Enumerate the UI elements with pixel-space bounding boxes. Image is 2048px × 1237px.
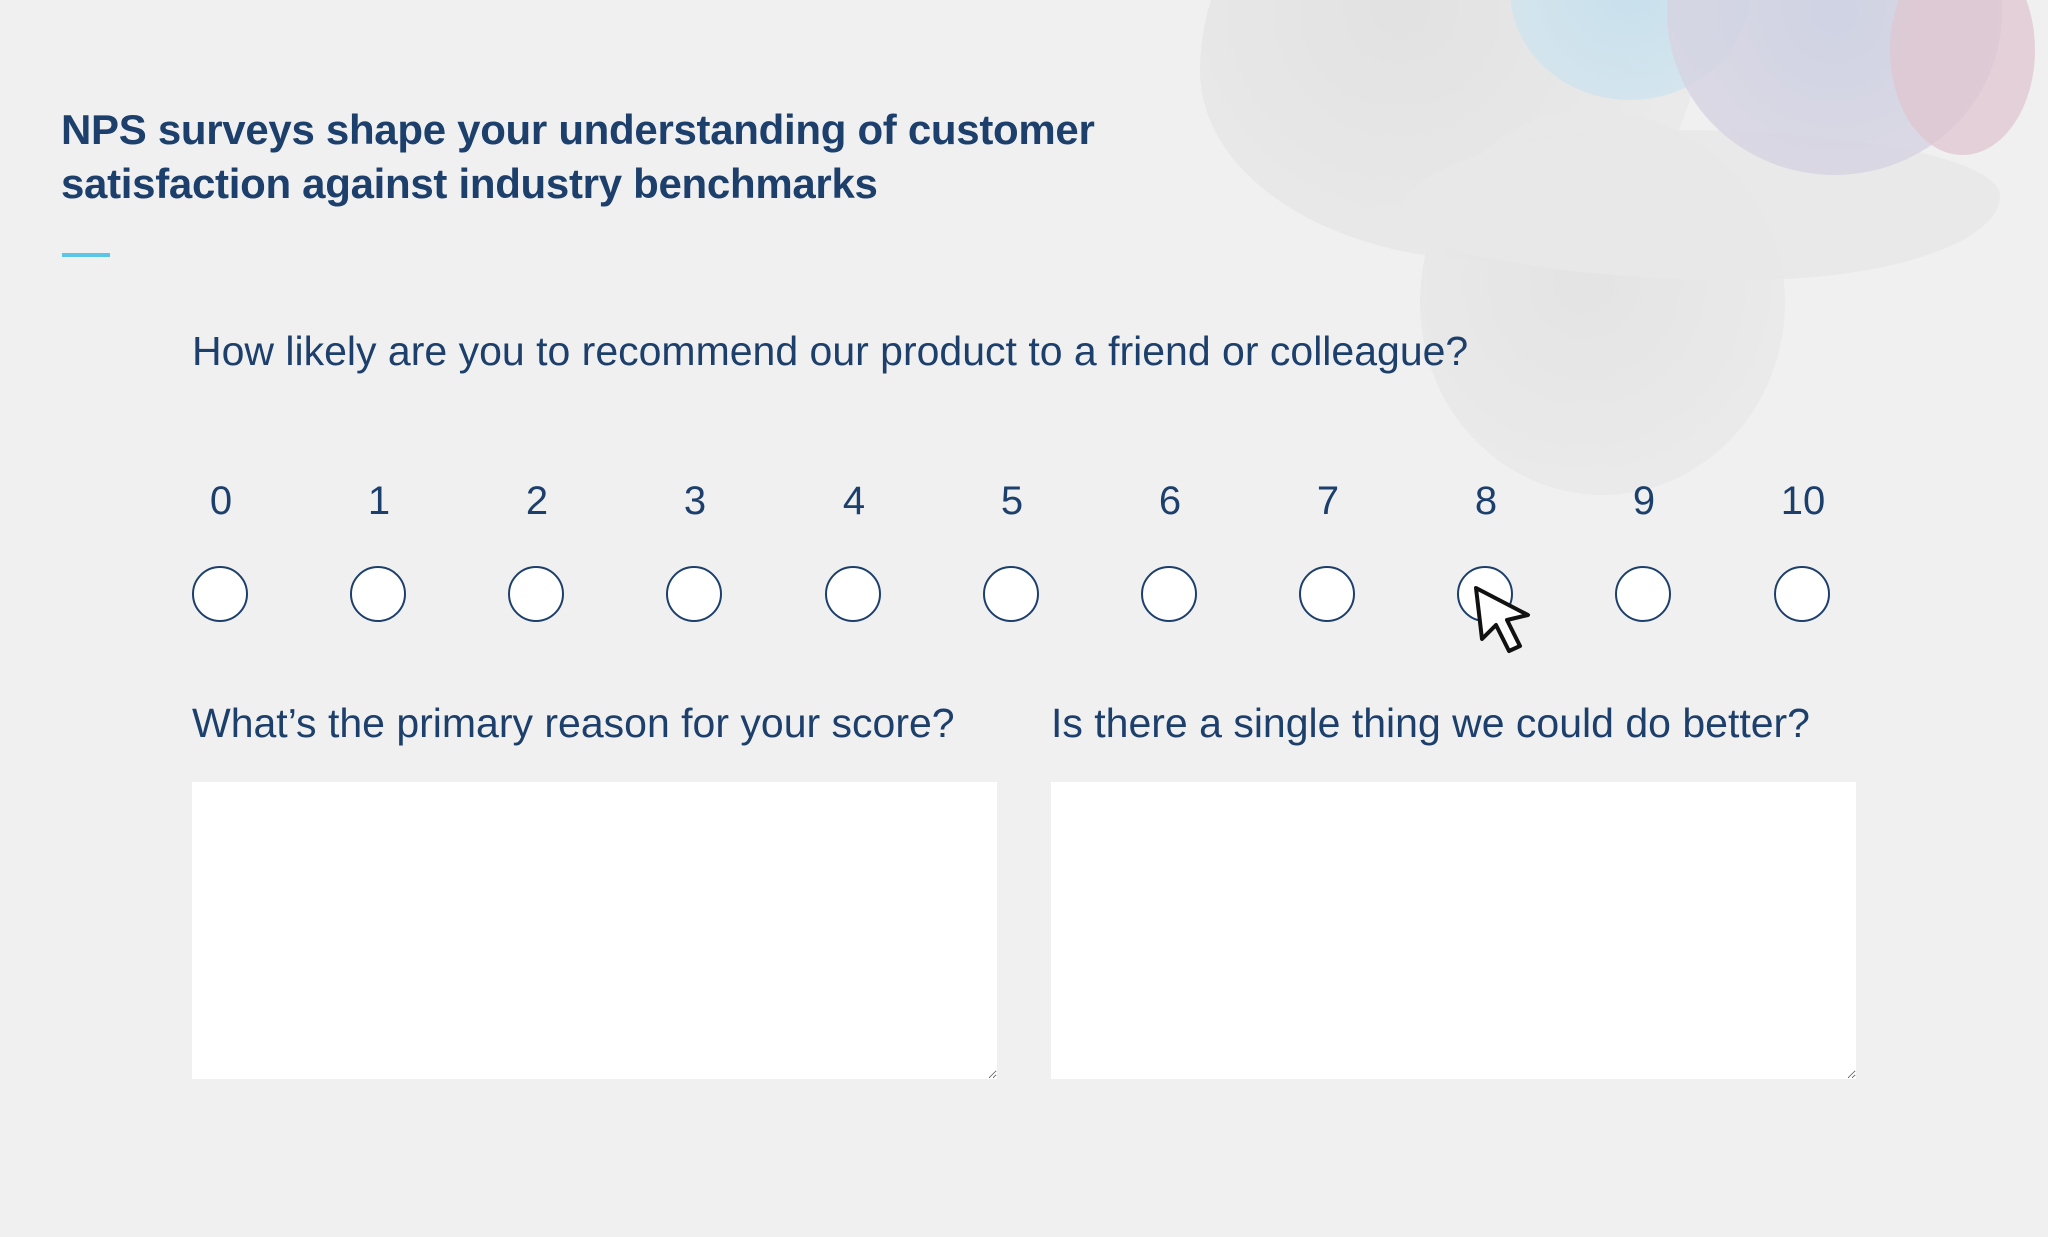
scale-label-7: 7: [1316, 479, 1340, 523]
background-blob: [1667, 0, 2002, 175]
recommend-question: How likely are you to recommend our prod…: [192, 328, 1469, 374]
scale-label-6: 6: [1158, 479, 1182, 523]
accent-rule: [62, 253, 110, 257]
background-blob: [1890, 0, 2035, 155]
page-title-line-1: NPS surveys shape your understanding of …: [61, 106, 1095, 153]
scale-label-0: 0: [209, 479, 233, 523]
nps-radio-3[interactable]: [666, 566, 722, 622]
nps-radio-7[interactable]: [1299, 566, 1355, 622]
nps-radio-0[interactable]: [192, 566, 248, 622]
nps-radio-6[interactable]: [1141, 566, 1197, 622]
nps-radio-5[interactable]: [983, 566, 1039, 622]
page-title-line-2: satisfaction against industry benchmarks: [61, 160, 878, 207]
improvement-textarea[interactable]: [1051, 782, 1856, 1079]
scale-label-2: 2: [525, 479, 549, 523]
scale-label-3: 3: [683, 479, 707, 523]
reason-textarea[interactable]: [192, 782, 997, 1079]
reason-question: What’s the primary reason for your score…: [192, 700, 955, 746]
background-blob: [1200, 0, 1700, 260]
nps-radio-4[interactable]: [825, 566, 881, 622]
background-blob: [1420, 110, 1785, 495]
scale-label-10: 10: [1780, 479, 1826, 523]
page-title: NPS surveys shape your understanding of …: [61, 103, 1221, 211]
nps-radio-2[interactable]: [508, 566, 564, 622]
background-blob: [1400, 130, 2000, 280]
nps-radio-10[interactable]: [1774, 566, 1830, 622]
nps-radio-9[interactable]: [1615, 566, 1671, 622]
scale-label-8: 8: [1474, 479, 1498, 523]
improvement-question: Is there a single thing we could do bett…: [1051, 700, 1810, 746]
scale-label-9: 9: [1632, 479, 1656, 523]
scale-label-4: 4: [842, 479, 866, 523]
nps-radio-8[interactable]: [1457, 566, 1513, 622]
scale-label-5: 5: [1000, 479, 1024, 523]
background-blob: [1510, 0, 1750, 100]
nps-radio-1[interactable]: [350, 566, 406, 622]
scale-label-1: 1: [367, 479, 391, 523]
